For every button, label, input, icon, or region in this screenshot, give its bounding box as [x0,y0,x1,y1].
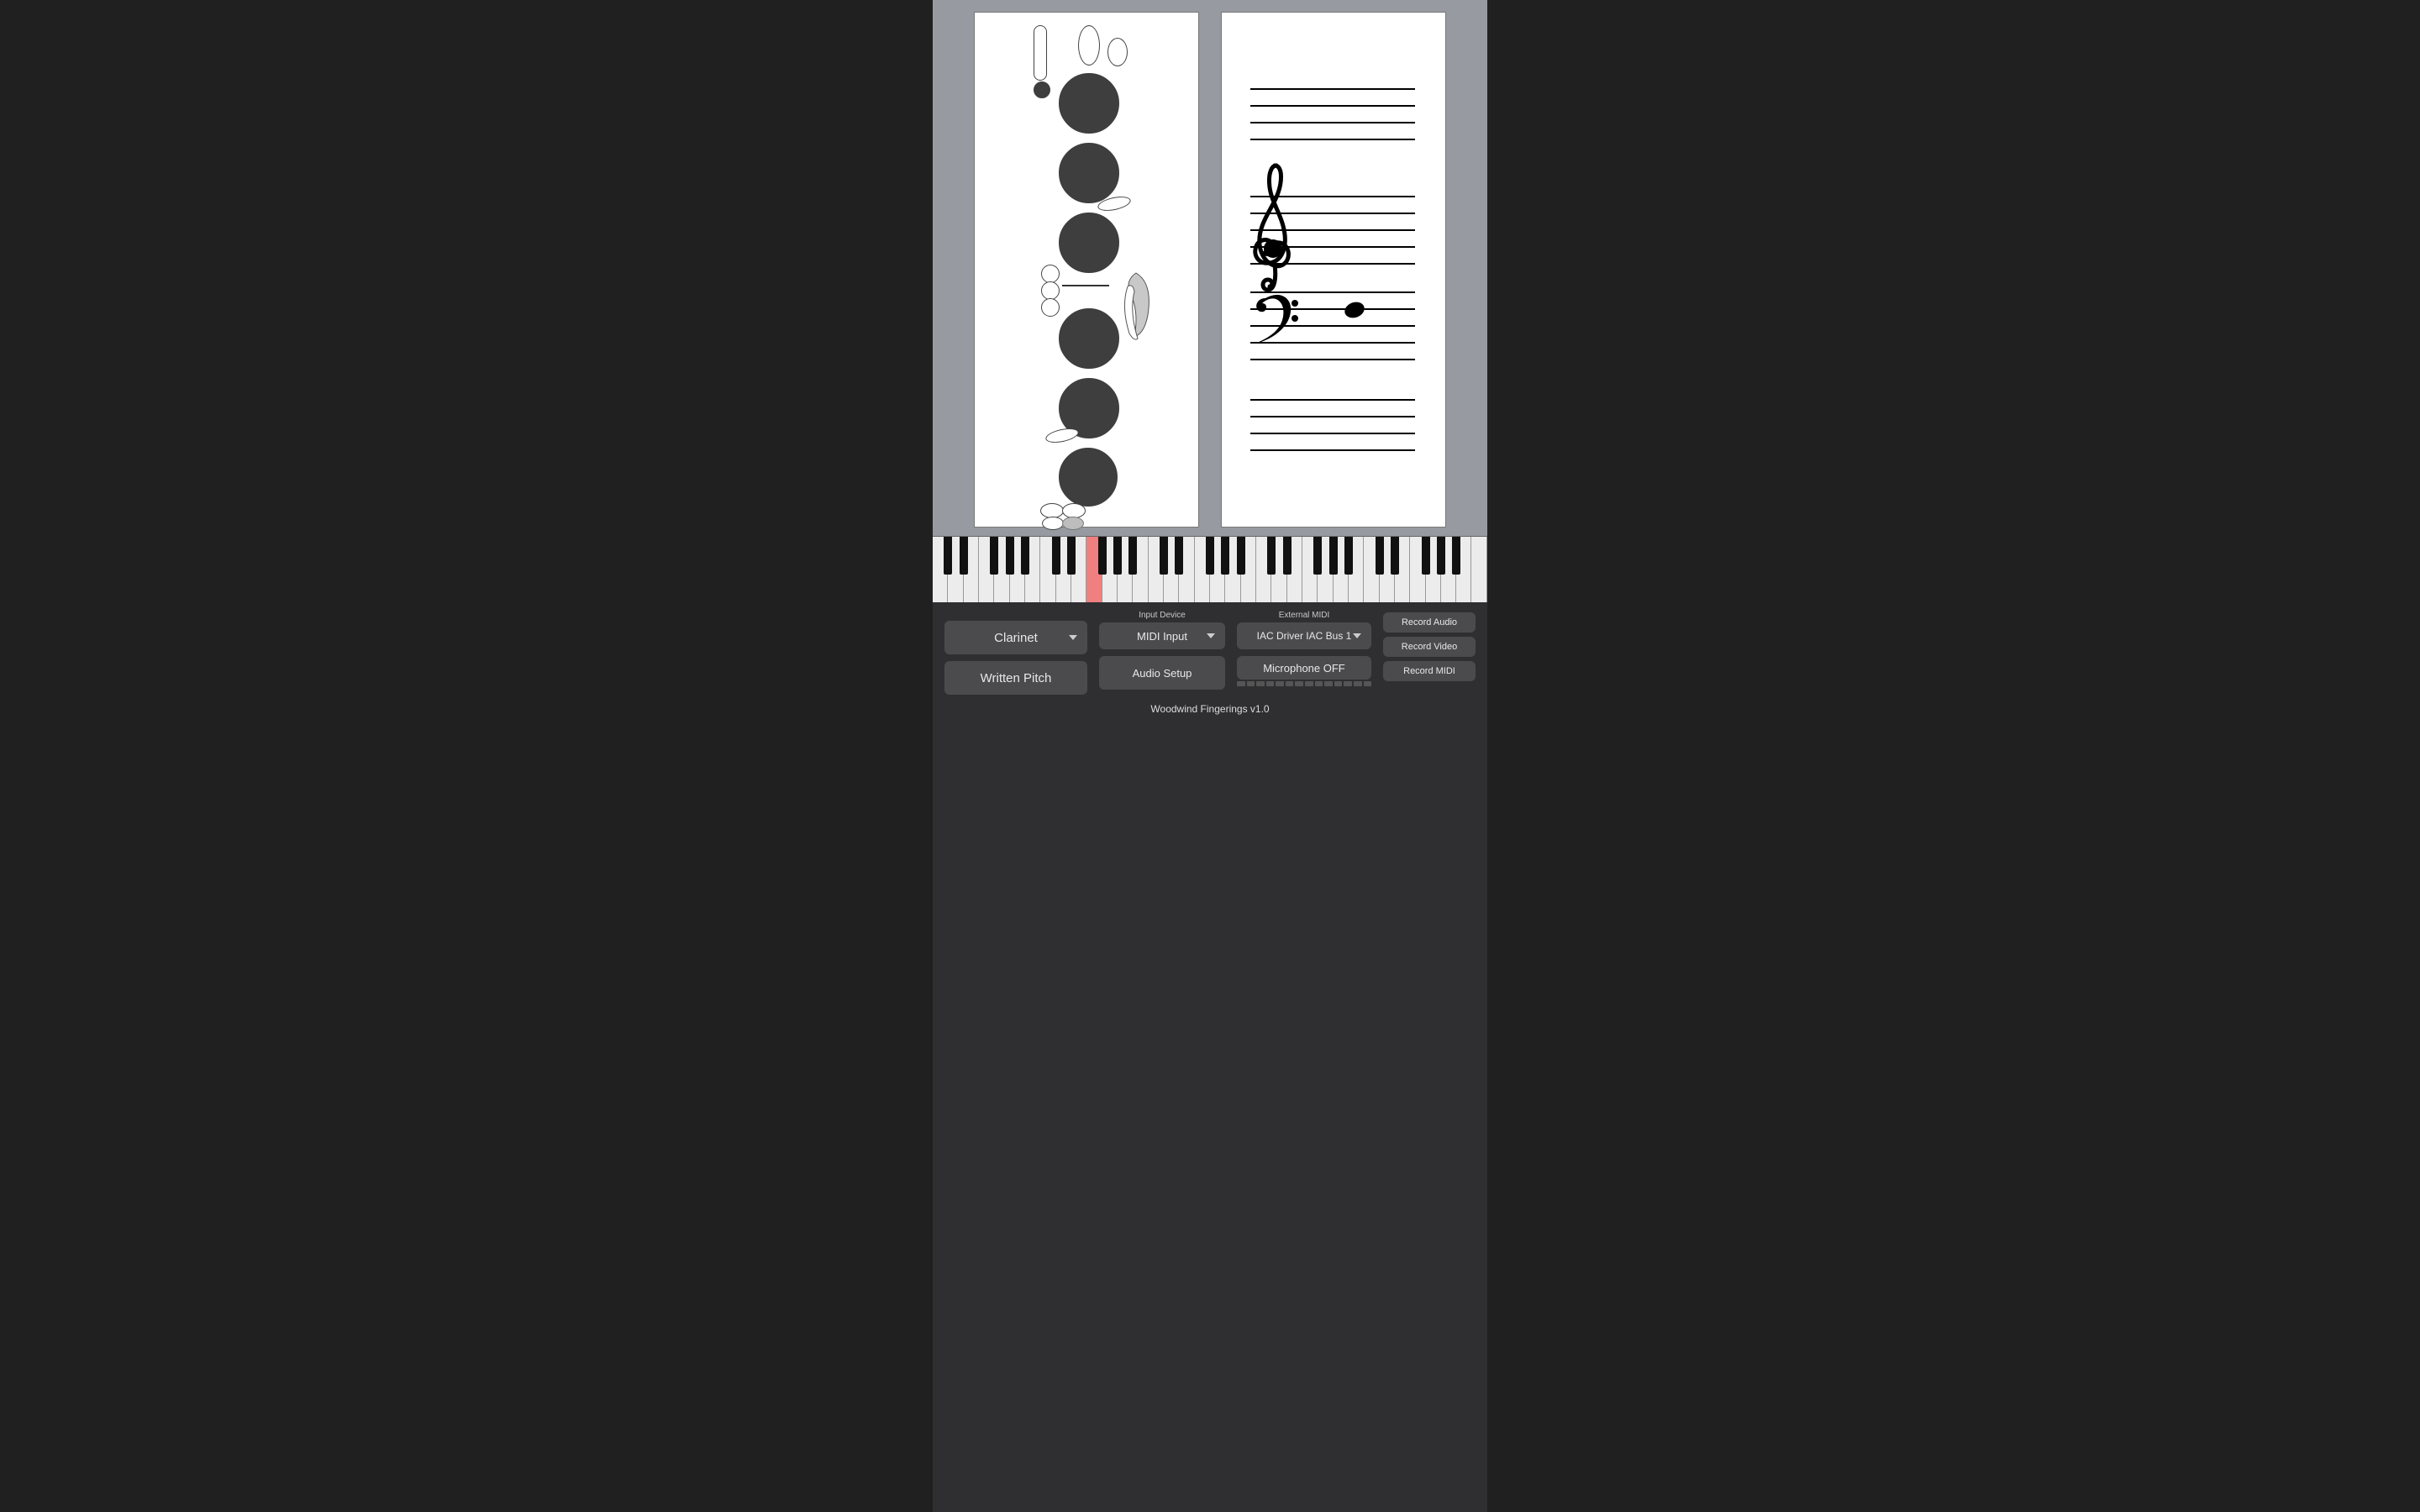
lower-ledger-lines [1250,399,1415,451]
record-video-button[interactable]: Record Video [1383,637,1476,657]
black-key[interactable] [1391,537,1399,575]
external-midi-value: IAC Driver IAC Bus 1 [1257,630,1352,642]
black-key[interactable] [1237,537,1245,575]
record-audio-button[interactable]: Record Audio [1383,612,1476,633]
register-key-slot[interactable] [1034,25,1047,81]
black-key[interactable] [1452,537,1460,575]
black-key[interactable] [1267,537,1276,575]
written-pitch-button[interactable]: Written Pitch [944,661,1087,695]
record-video-label: Record Video [1402,642,1457,652]
input-device-dropdown[interactable]: MIDI Input [1099,622,1225,649]
tonehole-6[interactable] [1059,448,1118,507]
record-midi-label: Record MIDI [1403,666,1455,676]
microphone-toggle[interactable]: Microphone OFF [1237,656,1371,680]
black-key[interactable] [1160,537,1168,575]
black-key[interactable] [1376,537,1384,575]
treble-clef-icon [1247,162,1302,297]
audio-setup-button[interactable]: Audio Setup [1099,656,1225,690]
panels-row [933,0,1487,536]
thumb-key[interactable] [1034,81,1050,98]
bridge-line [1062,285,1109,286]
upper-side-key-b[interactable] [1107,38,1128,66]
input-device-value: MIDI Input [1137,630,1187,643]
black-key[interactable] [1067,537,1076,575]
black-key[interactable] [1021,537,1029,575]
chevron-down-icon [1207,633,1215,638]
upper-ledger-lines [1250,88,1415,140]
black-key[interactable] [1329,537,1338,575]
black-key[interactable] [1098,537,1107,575]
chevron-down-icon [1069,635,1077,640]
black-key[interactable] [1006,537,1014,575]
sliver-key-right[interactable] [1044,426,1080,445]
external-midi-label: External MIDI [1237,611,1371,620]
pinky-key-3[interactable] [1042,517,1064,530]
tonehole-2[interactable] [1059,143,1119,203]
chevron-down-icon [1353,633,1361,638]
black-key[interactable] [1344,537,1353,575]
instrument-dropdown[interactable]: Clarinet [944,621,1087,654]
black-key[interactable] [1221,537,1229,575]
black-key[interactable] [990,537,998,575]
black-key[interactable] [1128,537,1137,575]
ring-key-1[interactable] [1041,265,1060,283]
black-key[interactable] [1113,537,1122,575]
black-key[interactable] [1206,537,1214,575]
ring-key-2[interactable] [1041,281,1060,300]
instrument-value: Clarinet [994,631,1038,645]
footer-version: Woodwind Fingerings v1.0 [944,703,1476,715]
mic-level-meter [1237,681,1371,686]
audio-setup-label: Audio Setup [1133,667,1192,680]
tonehole-4[interactable] [1059,308,1119,369]
black-key[interactable] [1052,537,1060,575]
input-device-label: Input Device [1099,611,1225,620]
upper-side-key-a[interactable] [1078,25,1100,66]
fingering-panel [974,12,1199,528]
tonehole-1[interactable] [1059,73,1119,134]
black-key[interactable] [960,537,968,575]
bass-clef-icon [1250,290,1301,349]
controls-bar: Clarinet Written Pitch Input Device MIDI… [933,602,1487,1512]
black-key[interactable] [1422,537,1430,575]
black-key[interactable] [1437,537,1445,575]
pinky-key-4[interactable] [1062,517,1084,530]
tonehole-3[interactable] [1059,213,1119,273]
app-stage: Clarinet Written Pitch Input Device MIDI… [933,0,1487,1512]
record-audio-label: Record Audio [1402,617,1457,627]
ring-key-3[interactable] [1041,298,1060,317]
external-midi-dropdown[interactable]: IAC Driver IAC Bus 1 [1237,622,1371,649]
black-key[interactable] [1283,537,1292,575]
piano-keyboard[interactable] [933,536,1487,602]
record-midi-button[interactable]: Record MIDI [1383,661,1476,681]
black-key[interactable] [944,537,952,575]
notation-panel [1221,12,1446,528]
microphone-label: Microphone OFF [1263,662,1345,675]
black-key[interactable] [1175,537,1183,575]
side-key-cluster[interactable] [1119,268,1163,344]
written-pitch-label: Written Pitch [981,671,1052,685]
black-key[interactable] [1313,537,1322,575]
white-key[interactable] [1471,537,1486,602]
